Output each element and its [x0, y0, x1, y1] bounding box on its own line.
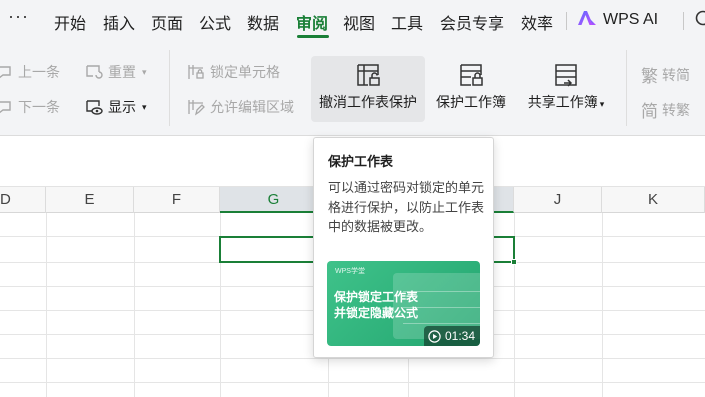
column-header-g[interactable]: G — [220, 187, 328, 213]
allow-edit-area-label: 允许编辑区域 — [210, 99, 294, 115]
video-title-line2: 并锁定隐藏公式 — [334, 306, 419, 320]
previous-comment-button[interactable]: 上一条 — [0, 62, 60, 82]
next-comment-icon — [0, 101, 11, 114]
more-menu-button[interactable]: ··· — [8, 6, 29, 27]
show-button[interactable]: 显示 ▾ — [84, 97, 147, 117]
to-simplified-button[interactable]: 繁 转简 — [641, 62, 690, 87]
tooltip-description: 可以通过密码对锁定的单元格进行保护，以防止工作表中的数据被更改。 — [328, 180, 485, 234]
show-comments-icon — [86, 100, 103, 115]
column-header-f[interactable]: F — [134, 187, 220, 213]
menu-tab-formula[interactable]: 公式 — [199, 10, 231, 34]
menu-tab-home[interactable]: 开始 — [54, 10, 86, 34]
simplified-glyph-icon: 简 — [641, 102, 658, 121]
wps-ai-button[interactable]: WPS AI — [577, 10, 658, 29]
reset-label: 重置 — [108, 64, 136, 80]
lock-cell-icon — [188, 65, 204, 79]
ribbon: 上一条 下一条 重置 ▾ 显示 ▾ 锁定单元格 允许编辑区域 撤消工作表保护 保… — [0, 42, 705, 136]
menu-tab-review[interactable]: 审阅 — [296, 10, 328, 34]
lock-cell-button[interactable]: 锁定单元格 — [186, 62, 280, 82]
lock-cell-label: 锁定单元格 — [210, 64, 280, 80]
fill-handle[interactable] — [511, 259, 517, 265]
menu-divider — [566, 12, 567, 30]
protect-workbook-label: 保护工作簿 — [436, 94, 506, 110]
unprotect-sheet-button[interactable]: 撤消工作表保护 — [311, 56, 425, 122]
share-workbook-icon — [555, 64, 577, 87]
unprotect-sheet-label: 撤消工作表保护 — [319, 94, 417, 110]
tutorial-video-thumbnail[interactable]: WPS学堂 保护锁定工作表 并锁定隐藏公式 01:34 — [327, 261, 480, 346]
column-header-d[interactable]: D — [0, 187, 46, 213]
column-header-k[interactable]: K — [602, 187, 705, 213]
previous-comment-label: 上一条 — [18, 64, 60, 80]
reset-button[interactable]: 重置 ▾ — [84, 62, 147, 82]
menu-tab-data[interactable]: 数据 — [247, 10, 279, 34]
chevron-down-icon: ▾ — [142, 101, 147, 112]
to-simplified-label: 转简 — [662, 66, 690, 83]
search-icon[interactable] — [694, 10, 705, 28]
share-workbook-button[interactable]: 共享工作簿 ▾ — [518, 56, 614, 122]
column-header-j[interactable]: J — [514, 187, 602, 213]
video-brand-label: WPS学堂 — [335, 268, 365, 275]
menu-bar: ··· 开始 插入 页面 公式 数据 审阅 视图 工具 会员专享 效率 WPS … — [0, 0, 705, 42]
menu-tab-efficiency[interactable]: 效率 — [521, 10, 553, 34]
protect-workbook-button[interactable]: 保护工作簿 — [431, 56, 511, 122]
next-comment-button[interactable]: 下一条 — [0, 97, 60, 117]
reset-icon — [86, 65, 103, 79]
wps-ai-logo-icon — [578, 11, 596, 25]
video-duration: 01:34 — [444, 329, 475, 343]
chevron-down-icon: ▾ — [599, 99, 605, 109]
ribbon-divider — [626, 50, 627, 126]
menu-tab-member[interactable]: 会员专享 — [440, 10, 504, 34]
share-workbook-label: 共享工作簿 ▾ — [527, 94, 605, 110]
allow-edit-area-icon — [188, 100, 205, 116]
chevron-down-icon: ▾ — [142, 66, 147, 77]
menu-tab-tools[interactable]: 工具 — [391, 10, 423, 34]
allow-edit-area-button[interactable]: 允许编辑区域 — [186, 97, 294, 117]
play-icon — [428, 329, 441, 343]
wps-ai-label: WPS AI — [603, 11, 659, 28]
video-title-line1: 保护锁定工作表 — [334, 290, 419, 304]
protect-sheet-tooltip: 保护工作表 可以通过密码对锁定的单元格进行保护，以防止工作表中的数据被更改。 W… — [313, 137, 494, 358]
to-traditional-button[interactable]: 简 转繁 — [641, 97, 690, 122]
unprotect-sheet-icon — [357, 64, 380, 86]
tooltip-title: 保护工作表 — [328, 154, 394, 169]
next-comment-label: 下一条 — [18, 99, 60, 115]
previous-comment-icon — [0, 66, 11, 79]
menu-tab-insert[interactable]: 插入 — [103, 10, 135, 34]
menu-divider — [683, 12, 684, 30]
video-duration-badge[interactable]: 01:34 — [423, 326, 480, 346]
show-label: 显示 — [108, 99, 136, 115]
ribbon-divider — [169, 50, 170, 126]
active-tab-indicator — [297, 35, 329, 38]
menu-tab-page[interactable]: 页面 — [151, 10, 183, 34]
traditional-glyph-icon: 繁 — [641, 67, 658, 86]
column-header-e[interactable]: E — [46, 187, 134, 213]
to-traditional-label: 转繁 — [662, 101, 690, 118]
menu-tab-view[interactable]: 视图 — [343, 10, 375, 34]
protect-workbook-icon — [460, 64, 483, 86]
